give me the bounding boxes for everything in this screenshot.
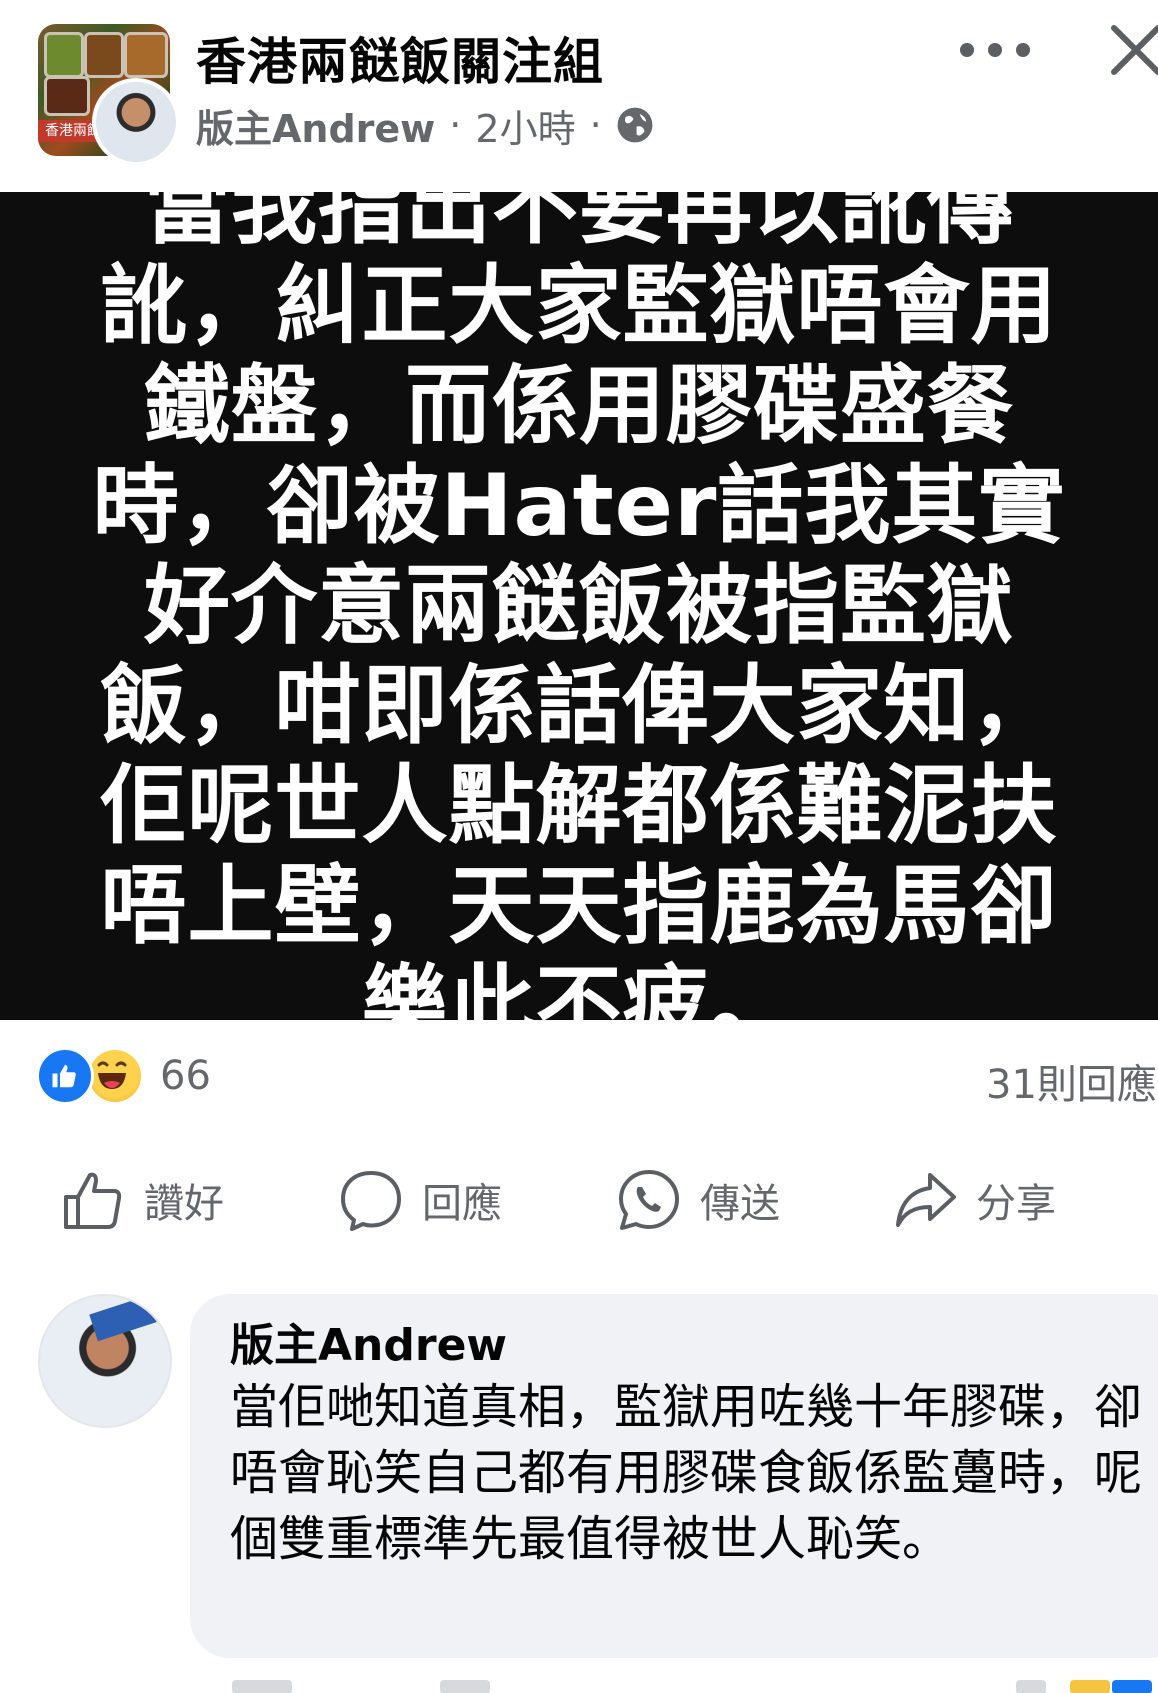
comment-author[interactable]: 版主Andrew	[230, 1318, 1150, 1374]
thumbs-up-icon	[64, 1172, 122, 1229]
post-text-card[interactable]: 當我指出不要再以訛傳訛，糾正大家監獄唔會用鐵盤，而係用膠碟盛餐時，卻被Hater…	[0, 156, 1158, 1056]
more-icon[interactable]	[960, 30, 1030, 70]
globe-icon	[616, 106, 654, 144]
comment-bubble-icon	[341, 1171, 401, 1231]
send-button-label: 傳送	[700, 1181, 780, 1227]
group-name[interactable]: 香港兩餸飯關注組	[196, 22, 604, 94]
like-button-label: 讚好	[144, 1181, 224, 1227]
share-button[interactable]: 分享	[892, 1162, 1056, 1238]
like-reaction-icon	[36, 1047, 94, 1105]
comment-button[interactable]: 回應	[338, 1162, 502, 1238]
author-name[interactable]: 版主Andrew	[196, 98, 435, 153]
post-text: 當我指出不要再以訛傳訛，糾正大家監獄唔會用鐵盤，而係用膠碟盛餐時，卻被Hater…	[92, 156, 1066, 1056]
author-avatar[interactable]	[92, 78, 180, 166]
comment-button-label: 回應	[422, 1181, 502, 1227]
share-button-label: 分享	[976, 1181, 1056, 1227]
share-arrow-icon	[896, 1173, 956, 1227]
post-time[interactable]: 2小時	[475, 98, 575, 153]
next-comment-peek	[0, 1676, 1158, 1693]
comment-bubble[interactable]: 版主Andrew 當佢哋知道真相，監獄用咗幾十年膠碟，卻唔會恥笑自己都有用膠碟食…	[190, 1294, 1158, 1658]
post-meta: 版主Andrew · 2小時 ·	[196, 98, 654, 153]
comment-count[interactable]: 31則回應	[986, 1052, 1157, 1110]
send-button[interactable]: 傳送	[616, 1162, 780, 1238]
reaction-summary[interactable]: 66	[36, 1047, 211, 1105]
haha-reaction-icon	[86, 1047, 144, 1105]
meta-separator-2: ·	[589, 103, 602, 147]
avatar-badge	[89, 1296, 159, 1342]
comment-text: 當佢哋知道真相，監獄用咗幾十年膠碟，卻唔會恥笑自己都有用膠碟食飯係監躉時，呢個雙…	[230, 1379, 1143, 1567]
like-button[interactable]: 讚好	[60, 1162, 224, 1238]
reaction-count: 66	[160, 1053, 211, 1099]
close-icon[interactable]	[1108, 22, 1158, 78]
action-bar: 讚好 回應 傳送 分享	[0, 1162, 1158, 1238]
whatsapp-icon	[619, 1170, 679, 1230]
commenter-avatar[interactable]	[38, 1294, 172, 1428]
meta-separator: ·	[449, 103, 462, 147]
